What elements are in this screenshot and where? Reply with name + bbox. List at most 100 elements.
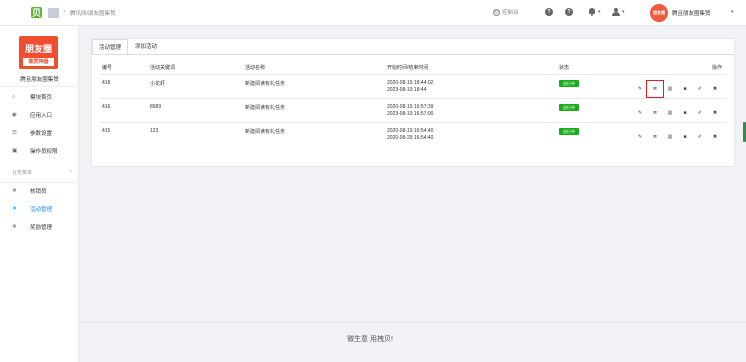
sidebar-item-activity-management[interactable]: ✲ 活动管理 [0,202,79,216]
tab-add-activity[interactable]: 添加活动 [128,39,164,55]
column-header-keyword: 活动关键词 [150,65,176,71]
svg-text:贝: 贝 [32,8,41,18]
tab-activity-management[interactable]: 活动管理 [92,39,128,55]
sidebar-item-settings[interactable]: ☰ 参数设置 [0,126,79,140]
chevron-down-icon[interactable]: ⌄ [68,167,73,174]
cell-id: 415 [102,128,111,134]
column-header-time: 开始时间/结束时间 [387,65,429,71]
shop-name[interactable]: 腾且朋友圈集赞 [672,9,711,17]
link-icon[interactable]: ✎ [636,85,644,93]
console-label: 控制台 [502,10,519,16]
edit-icon[interactable]: ✐ [696,133,704,141]
user-icon[interactable] [612,8,620,16]
sidebar-item-reward-management[interactable]: ✲ 奖励管理 [0,220,79,234]
cell-id: 416 [102,104,111,110]
brand-name: 腾且朋友圈集赞 [20,77,59,83]
list-icon[interactable]: ≣ [651,109,659,117]
delete-icon[interactable]: ✖ [711,133,719,141]
sidebar-item-label: 操作员权限 [30,149,58,155]
edit-icon[interactable]: ✐ [696,109,704,117]
footer-text: 微生意 用拽贝! [347,336,393,343]
sidebar: 朋友圈 集赞神器 腾且朋友圈集赞 ⌂ 模块首页 ◉ 应用入口 ☰ 参数设置 ▣ … [0,26,79,362]
tab-divider [92,54,734,55]
sidebar-item-label: 参数设置 [30,131,53,137]
column-header-actions: 操作 [712,65,723,71]
sidebar-item-module-home[interactable]: ⌂ 模块首页 [0,90,79,104]
status-badge: 进行中 [559,128,579,135]
table-row: 418 小龙虾 新建阅读有礼任务 2020-08-19 18:44:02 202… [100,74,726,98]
cell-keyword: 8989 [150,104,162,110]
cell-name: 新建阅读有礼任务 [245,129,286,135]
sidebar-item-app-entry[interactable]: ◉ 应用入口 [0,108,79,122]
permission-icon: ▣ [12,147,18,154]
home-icon[interactable] [48,8,59,18]
home-icon: ⌂ [12,93,16,100]
top-bar: 贝 › 腾讯网/朋友圈集赞 ◎ 控制台 ? ? ▾ ▾ 朋友圈 腾且朋友圈集赞 … [0,0,746,26]
table-row: 415 123 新建阅读有礼任务 2020-08-19 16:54:40 202… [100,122,726,146]
sidebar-item-verifier[interactable]: ✲ 核销员 [0,184,79,198]
chart-icon[interactable]: ▥ [666,133,674,141]
column-header-id: 编号 [102,65,113,71]
bell-icon[interactable] [588,8,596,16]
divider [0,86,79,87]
breadcrumb[interactable]: 腾讯网/朋友圈集赞 [70,9,116,17]
settings-list-icon: ☰ [12,129,17,136]
menu-group-title[interactable]: 业务菜单 [12,169,32,176]
cell-end-time: 2020-08-29 16:54:40 [387,135,434,141]
cell-end-time: 2023-08-19 16:57:00 [387,111,434,117]
delete-icon[interactable]: ✖ [711,109,719,117]
app-logo-icon[interactable]: 贝 [30,6,43,19]
cell-id: 418 [102,80,111,86]
sidebar-item-label: 核销员 [30,189,47,195]
sidebar-item-label: 应用入口 [30,113,53,119]
column-header-name: 活动名称 [245,65,266,71]
entry-icon: ◉ [12,111,17,118]
stop-icon[interactable]: ■ [681,133,689,141]
avatar[interactable]: 朋友圈 [650,4,668,22]
activity-card: 活动管理 添加活动 编号 活动关键词 活动名称 开始时间/结束时间 状态 操作 … [91,38,735,167]
gear-icon: ✲ [12,205,17,212]
cell-start-time: 2020-08-19 16:57:39 [387,104,434,110]
brand-subtitle: 集赞神器 [23,58,54,66]
delete-icon[interactable]: ✖ [711,85,719,93]
link-icon[interactable]: ✎ [636,133,644,141]
chevron-down-icon[interactable]: ▾ [731,9,734,15]
sidebar-item-permissions[interactable]: ▣ 操作员权限 [0,144,79,158]
cell-name: 新建阅读有礼任务 [245,105,286,111]
sidebar-item-label: 活动管理 [30,207,53,213]
cell-start-time: 2020-08-19 16:54:40 [387,128,434,134]
column-header-status: 状态 [559,65,570,71]
brand-logo: 朋友圈 集赞神器 [19,36,58,69]
sidebar-item-label: 奖励管理 [30,225,53,231]
chart-icon[interactable]: ▥ [666,109,674,117]
gear-icon: ✲ [12,187,17,194]
sidebar-item-label: 模块首页 [30,95,53,101]
chevron-down-icon[interactable]: ▾ [622,9,625,15]
stop-icon[interactable]: ■ [681,109,689,117]
question-icon[interactable]: ? [565,8,573,16]
breadcrumb-separator-icon: › [63,8,66,15]
table-row: 416 8989 新建阅读有礼任务 2020-08-19 16:57:39 20… [100,98,726,122]
stop-icon[interactable]: ■ [681,85,689,93]
link-icon[interactable]: ✎ [636,109,644,117]
gear-icon: ✲ [12,223,17,230]
status-badge: 进行中 [559,80,579,87]
chart-icon[interactable]: ▥ [666,85,674,93]
brand-title: 朋友圈 [24,44,52,54]
status-badge: 进行中 [559,104,579,111]
footer-divider [79,322,746,323]
cell-end-time: 2023-08-19 18:44 [387,87,427,93]
divider [0,182,79,183]
cell-keyword: 123 [150,128,159,134]
list-icon[interactable]: ≣ [646,80,664,98]
chevron-down-icon[interactable]: ▾ [598,9,601,15]
main-content: 活动管理 添加活动 编号 活动关键词 活动名称 开始时间/结束时间 状态 操作 … [79,26,746,362]
cell-start-time: 2020-08-19 18:44:02 [387,80,434,86]
cell-name: 新建阅读有礼任务 [245,81,286,87]
console-link[interactable]: ◎ 控制台 [493,8,519,16]
console-icon: ◎ [493,8,500,16]
edit-icon[interactable]: ✐ [696,85,704,93]
help-icon[interactable]: ? [545,8,553,16]
cell-keyword: 小龙虾 [150,81,166,87]
list-icon[interactable]: ≣ [651,133,659,141]
